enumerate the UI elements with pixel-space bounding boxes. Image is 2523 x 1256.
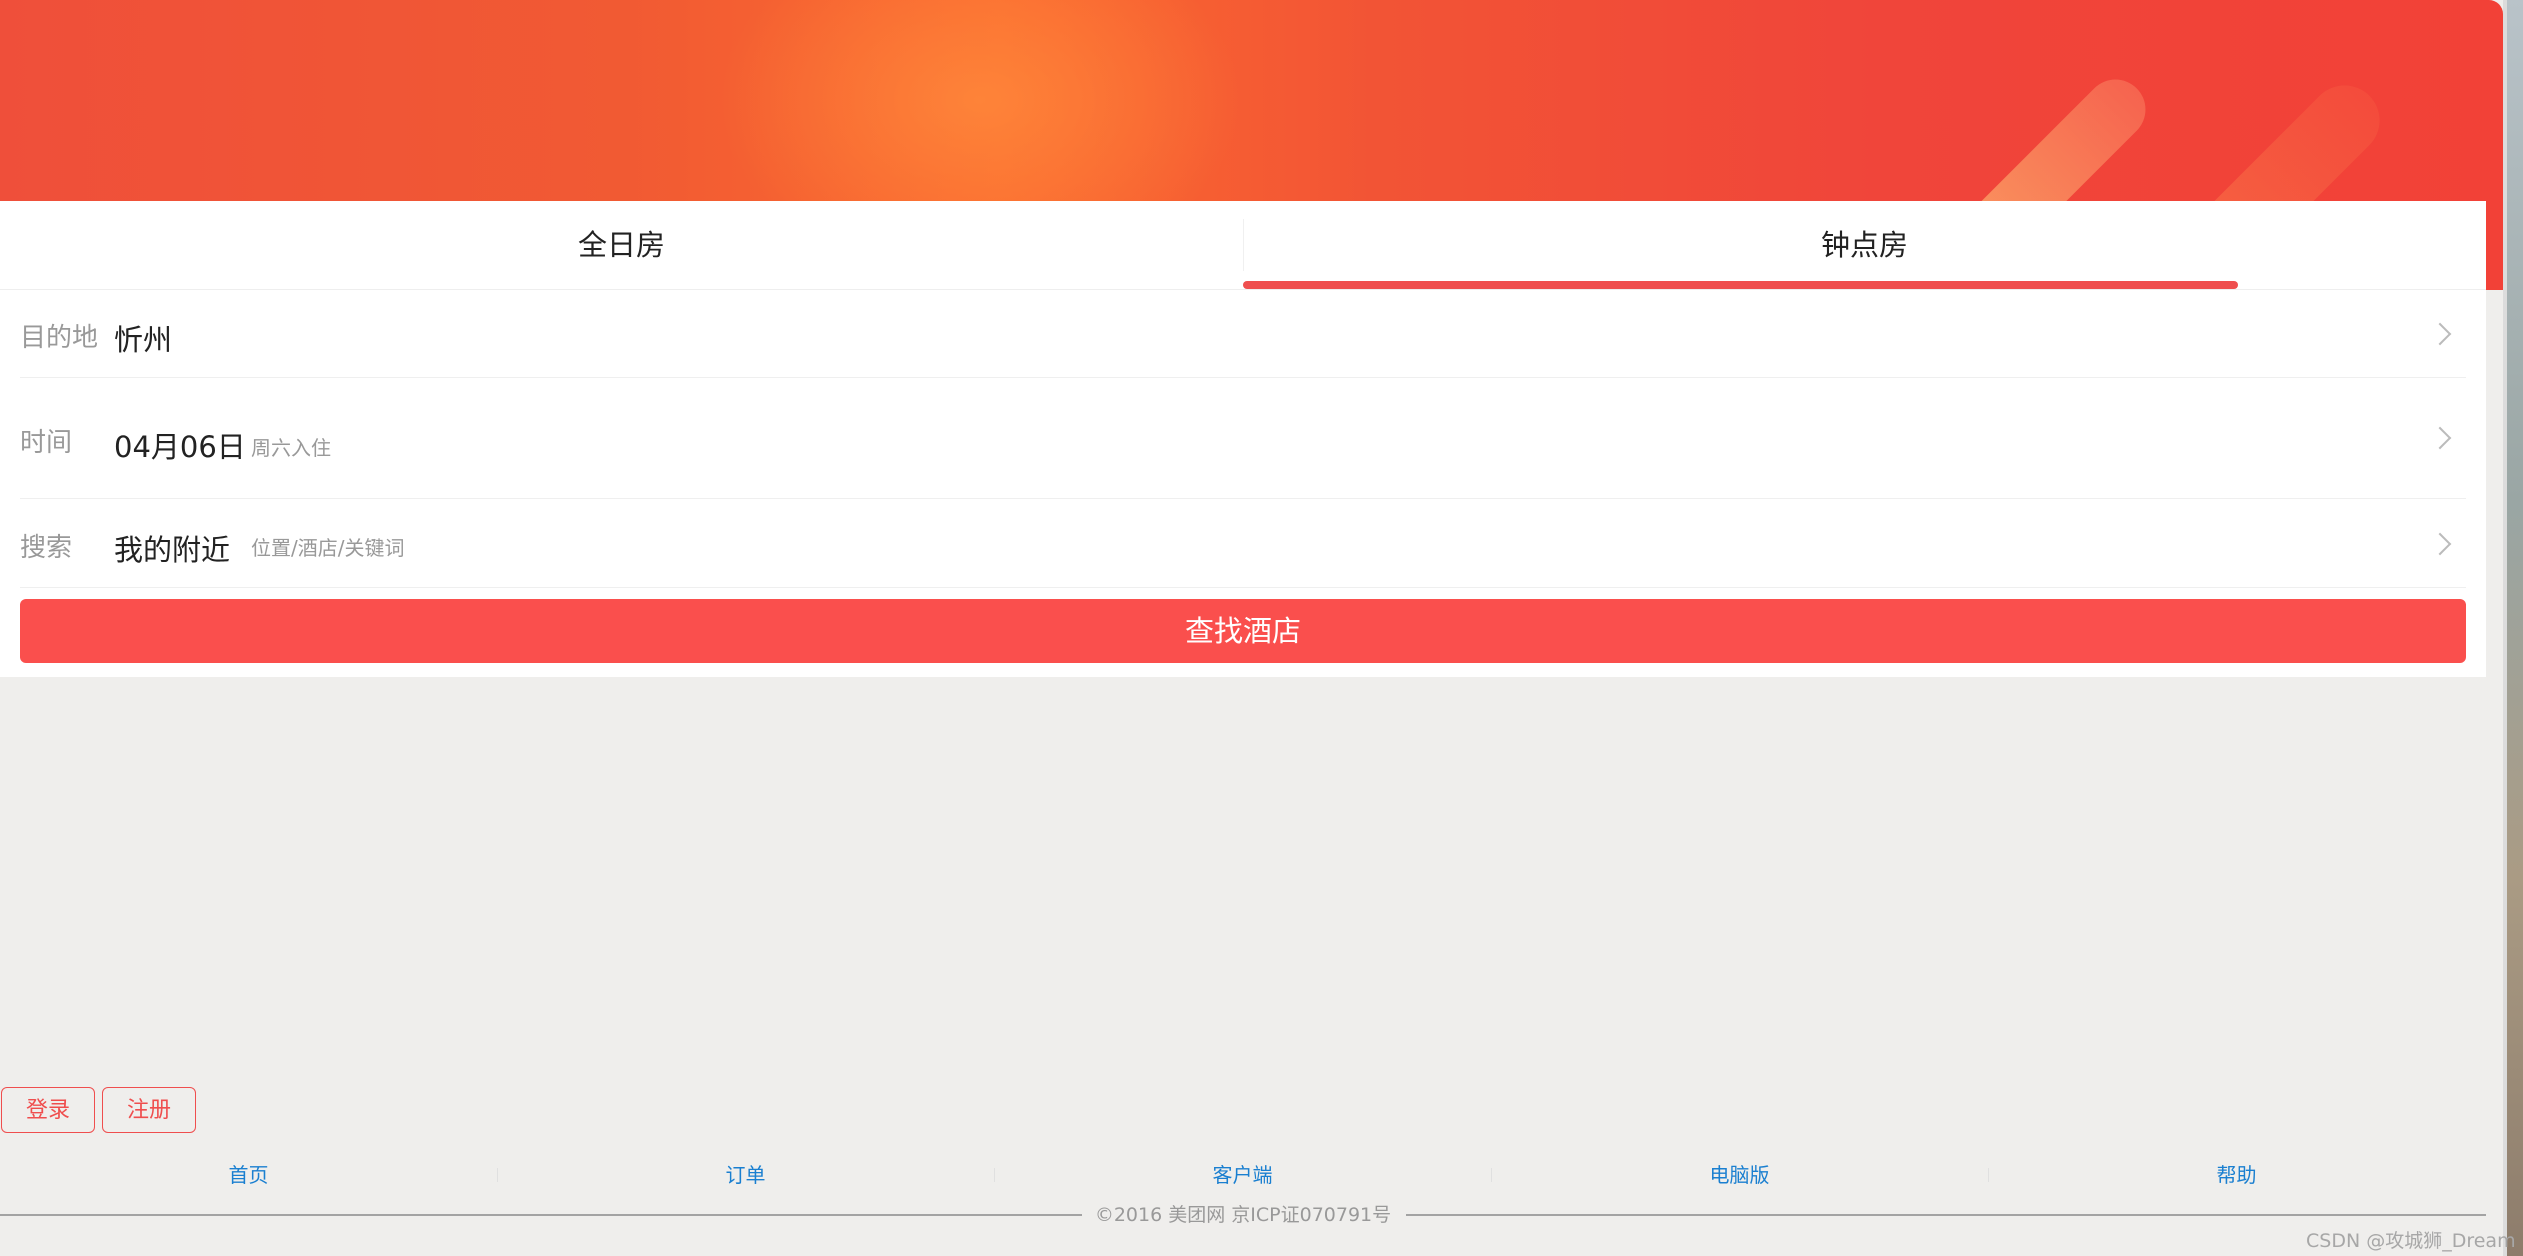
footer-link-help[interactable]: 帮助 [1988, 1158, 2485, 1192]
footer-link-desktop[interactable]: 电脑版 [1491, 1158, 1988, 1192]
hotel-search-card: 全日房 钟点房 目的地 忻州 时间 04月06日 周六入住 搜索 我的附近 位置… [0, 201, 2486, 677]
search-label: 搜索 [20, 533, 73, 563]
destination-row[interactable]: 目的地 忻州 [20, 289, 2466, 378]
background-window-edge [2503, 0, 2523, 1256]
search-keyword-hint: 位置/酒店/关键词 [251, 536, 405, 560]
page: 全日房 钟点房 目的地 忻州 时间 04月06日 周六入住 搜索 我的附近 位置… [0, 0, 2523, 1256]
checkin-weekday-hint: 周六入住 [251, 436, 331, 460]
time-label: 时间 [20, 428, 73, 458]
chevron-right-icon [2428, 426, 2452, 450]
app-viewport: 全日房 钟点房 目的地 忻州 时间 04月06日 周六入住 搜索 我的附近 位置… [0, 0, 2503, 1256]
destination-value: 忻州 [114, 323, 173, 357]
chevron-right-icon [2428, 532, 2452, 556]
csdn-watermark: CSDN @攻城狮_Dream [2306, 1230, 2516, 1252]
register-button[interactable]: 注册 [102, 1087, 196, 1133]
room-type-tabs: 全日房 钟点房 [0, 201, 2486, 290]
footer-nav: 首页 订单 客户端 电脑版 帮助 [0, 1158, 2486, 1192]
tab-all-day-room[interactable]: 全日房 [0, 201, 1243, 289]
footer-link-client[interactable]: 客户端 [994, 1158, 1491, 1192]
footer-link-home[interactable]: 首页 [0, 1158, 497, 1192]
window-border [2503, 0, 2507, 1256]
checkin-date-value: 04月06日 [114, 430, 246, 464]
time-row[interactable]: 时间 04月06日 周六入住 [20, 378, 2466, 499]
active-tab-indicator [1243, 281, 2238, 289]
find-hotel-button[interactable]: 查找酒店 [20, 599, 2466, 663]
copyright-rule-left [0, 1214, 1082, 1216]
footer-link-orders[interactable]: 订单 [497, 1158, 994, 1192]
copyright-rule-right [1406, 1214, 2486, 1216]
chevron-right-icon [2428, 322, 2452, 346]
tab-hourly-room[interactable]: 钟点房 [1243, 201, 2486, 289]
search-row[interactable]: 搜索 我的附近 位置/酒店/关键词 [20, 499, 2466, 588]
search-nearby-value: 我的附近 [114, 533, 231, 567]
destination-label: 目的地 [20, 323, 99, 353]
login-button[interactable]: 登录 [1, 1087, 95, 1133]
